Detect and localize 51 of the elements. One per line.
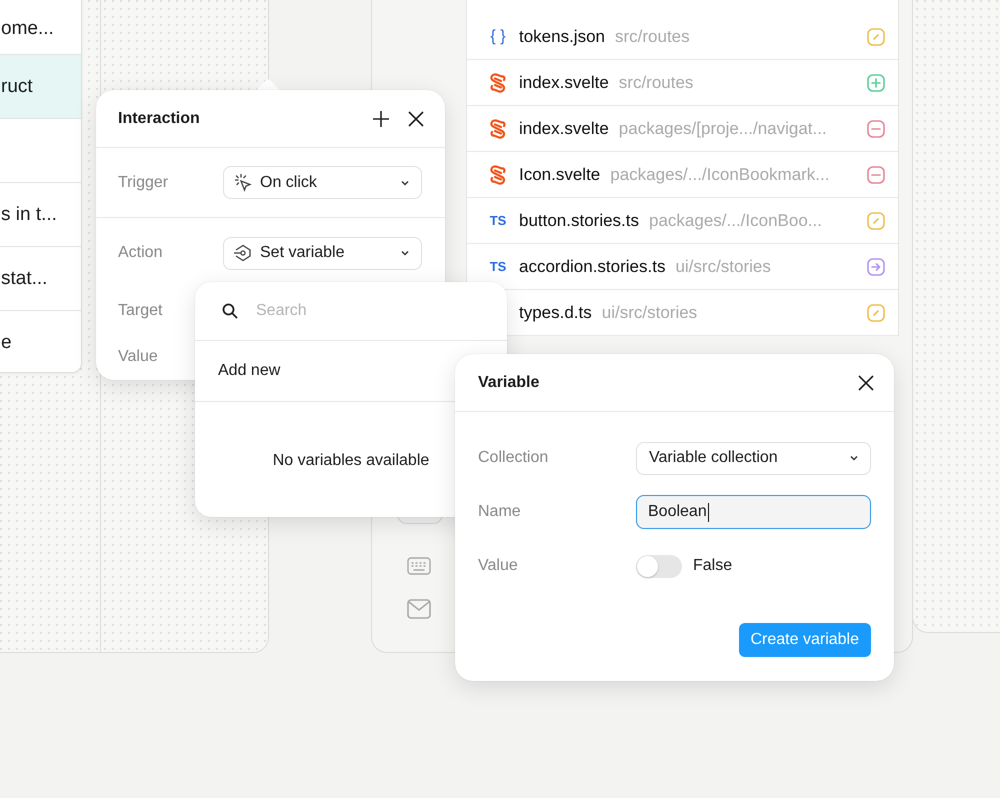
file-path: src/routes bbox=[618, 72, 694, 92]
trigger-dropdown[interactable]: On click bbox=[223, 166, 422, 199]
search-field[interactable]: Search bbox=[254, 301, 458, 321]
file-name[interactable]: button.stories.ts bbox=[519, 210, 640, 230]
list-item[interactable]: s in t... bbox=[0, 183, 81, 247]
ts-icon: TS bbox=[490, 213, 506, 228]
collection-dropdown[interactable]: Variable collection bbox=[636, 442, 871, 474]
file-path: packages/.../IconBookmark... bbox=[610, 164, 830, 184]
svelte-icon bbox=[489, 164, 507, 184]
list-item[interactable]: ruct bbox=[0, 55, 81, 119]
close-icon[interactable] bbox=[858, 374, 874, 390]
file-name[interactable]: tokens.json bbox=[519, 26, 605, 46]
plus-icon[interactable] bbox=[372, 110, 390, 128]
file-name[interactable]: types.d.ts bbox=[519, 302, 592, 322]
file-path: packages/[proje.../navigat... bbox=[618, 118, 828, 138]
svelte-icon bbox=[489, 118, 507, 138]
file-path: ui/src/stories bbox=[675, 256, 772, 276]
braces-icon: { } bbox=[490, 28, 506, 46]
field-label: Value bbox=[118, 348, 159, 366]
file-name[interactable]: index.svelte bbox=[519, 72, 609, 92]
action-dropdown[interactable]: Set variable bbox=[223, 236, 422, 270]
mail-icon[interactable] bbox=[407, 599, 431, 619]
svelte-icon bbox=[489, 72, 507, 92]
field-label: Value bbox=[478, 557, 519, 575]
popover-title: Interaction bbox=[118, 110, 201, 128]
toggle-label: False bbox=[693, 557, 732, 575]
value-toggle[interactable] bbox=[636, 554, 682, 578]
click-icon bbox=[233, 172, 253, 192]
field-label: Trigger bbox=[118, 174, 170, 192]
file-path: packages/.../IconBoo... bbox=[649, 210, 823, 230]
variable-icon bbox=[233, 243, 253, 263]
file-name[interactable]: Icon.svelte bbox=[519, 164, 600, 184]
ts-icon: TS bbox=[490, 259, 506, 274]
file-name[interactable]: accordion.stories.ts bbox=[519, 256, 666, 276]
chevron-icon bbox=[850, 455, 858, 461]
name-field[interactable]: Boolean bbox=[636, 495, 871, 529]
file-name[interactable]: index.svelte bbox=[519, 118, 609, 138]
empty-message: No variables available bbox=[272, 452, 430, 470]
chevron-icon bbox=[401, 250, 409, 256]
list-item[interactable]: e bbox=[0, 311, 81, 372]
keyboard-icon[interactable] bbox=[407, 557, 431, 575]
file-path: src/routes bbox=[615, 26, 691, 46]
file-path: ui/src/stories bbox=[602, 302, 698, 322]
field-label: Collection bbox=[478, 449, 550, 467]
field-label: Name bbox=[478, 503, 522, 521]
close-icon[interactable] bbox=[408, 110, 424, 126]
list-item[interactable]: stat... bbox=[0, 247, 81, 311]
search-icon bbox=[222, 303, 238, 319]
field-label: Target bbox=[118, 302, 164, 320]
chevron-icon bbox=[401, 180, 409, 186]
field-label: Action bbox=[118, 244, 164, 262]
